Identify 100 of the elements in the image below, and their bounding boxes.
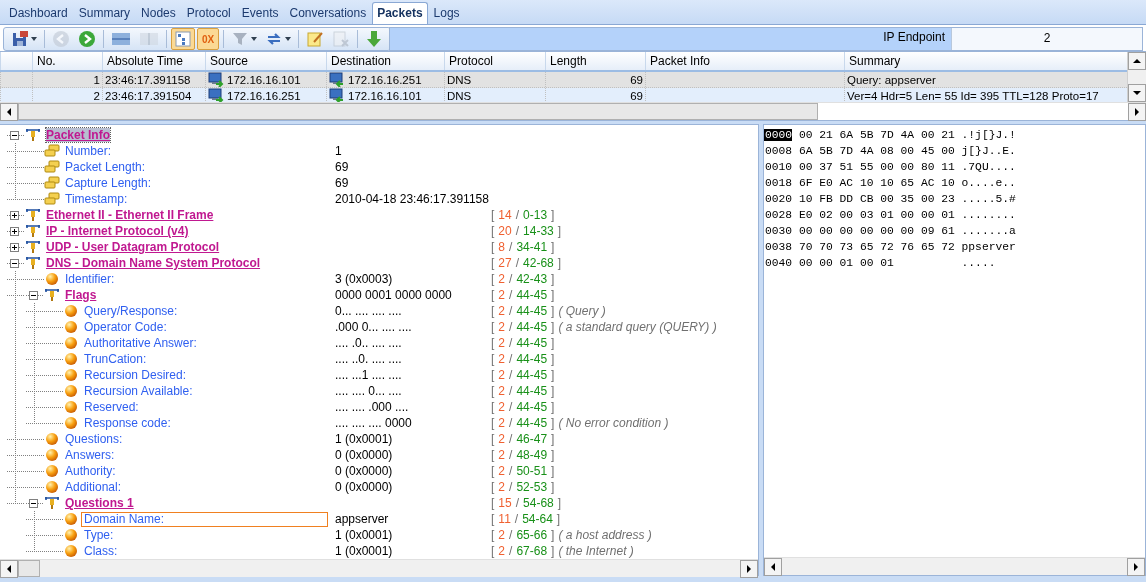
- tab[interactable]: Protocol: [181, 2, 236, 24]
- packet-row[interactable]: 1 23:46:17.391158 172.16.16.101 172.16.16.251 DNS 69 Query: appserver: [0, 72, 1127, 88]
- field-name[interactable]: Additional:: [65, 480, 122, 494]
- byte-range: [ 2 / 48-49 ]: [491, 448, 556, 462]
- caret-icon: [31, 37, 37, 41]
- field-bullet-icon: [63, 416, 79, 430]
- expand-toggle[interactable]: [10, 242, 19, 252]
- expand-toggle[interactable]: [10, 258, 19, 268]
- field-value: 1: [335, 144, 342, 158]
- horizontal-split-icon: [111, 30, 131, 48]
- column-header[interactable]: Absolute Time: [102, 52, 205, 70]
- byte-range: [ 2 / 67-68 ]: [491, 544, 556, 558]
- vertical-split-icon: [139, 30, 159, 48]
- byte-range: [ 14 / 0-13 ]: [491, 208, 556, 222]
- column-header[interactable]: Source: [205, 52, 326, 70]
- field-value: 0 (0x0000): [335, 480, 393, 494]
- byte-range: [ 2 / 44-45 ]: [491, 416, 556, 430]
- ascii-text: ppserver: [961, 241, 1016, 253]
- expand-toggle[interactable]: [29, 498, 38, 508]
- expand-toggle[interactable]: [10, 226, 19, 236]
- field-name[interactable]: Authority:: [65, 464, 116, 478]
- hex-offset: 0028: [764, 209, 793, 221]
- field-name[interactable]: Number:: [65, 144, 111, 158]
- byte-range: [ 2 / 44-45 ]: [491, 352, 556, 366]
- field-name[interactable]: Packet Length:: [65, 160, 146, 174]
- tab[interactable]: Nodes: [136, 2, 181, 24]
- expand-toggle[interactable]: [10, 210, 19, 220]
- byte-range: [ 27 / 42-68 ]: [491, 256, 563, 270]
- field-value: 0... .... .... ....: [335, 304, 402, 318]
- tab[interactable]: Logs: [428, 2, 465, 24]
- tab[interactable]: Summary: [73, 2, 136, 24]
- tab[interactable]: Packets: [372, 2, 428, 24]
- packet-row[interactable]: 2 23:46:17.391504 172.16.16.251 172.16.16.101 DNS 69 Ver=4 Hdr=5 Len= 55 Id= 395 TTL=128 Proto=17: [0, 88, 1127, 102]
- scroll-thumb[interactable]: [18, 103, 818, 120]
- horizontal-scrollbar[interactable]: [0, 102, 1146, 121]
- field-bullet-icon: [44, 272, 60, 286]
- field-name[interactable]: Recursion Available:: [84, 384, 193, 398]
- field-name[interactable]: Response code:: [84, 416, 171, 430]
- field-name[interactable]: Type:: [84, 528, 114, 542]
- expand-toggle[interactable]: [29, 290, 38, 300]
- field-name[interactable]: Answers:: [65, 448, 115, 462]
- byte-range: [ 20 / 14-33 ]: [491, 224, 563, 238]
- field-value: appserver: [335, 512, 389, 526]
- table-cell-text: 69: [630, 89, 643, 102]
- delete-icon: [332, 30, 350, 48]
- byte-range: [ 2 / 44-45 ]: [491, 320, 556, 334]
- horizontal-scrollbar[interactable]: [0, 559, 758, 577]
- field-name[interactable]: Domain Name:: [81, 511, 328, 527]
- field-name[interactable]: TrunCation:: [84, 352, 147, 366]
- column-header[interactable]: Protocol: [444, 52, 545, 70]
- ascii-text: ........: [961, 209, 1016, 221]
- column-header[interactable]: No.: [32, 52, 102, 70]
- field-value: .... .... .000 ....: [335, 400, 409, 414]
- hex-offset: 0010: [764, 161, 793, 173]
- field-name[interactable]: Authoritative Answer:: [84, 336, 197, 350]
- field-bullet-icon: [63, 544, 79, 558]
- field-bullet-icon: [63, 320, 79, 334]
- field-value: .... ...1 .... ....: [335, 368, 402, 382]
- section-title[interactable]: Ethernet II - Ethernet II Frame: [46, 208, 214, 222]
- byte-range: [ 2 / 44-45 ]: [491, 304, 556, 318]
- section-title[interactable]: Flags: [65, 288, 97, 302]
- tab[interactable]: Dashboard: [4, 2, 73, 24]
- hex-offset: 0040: [764, 257, 793, 269]
- tab[interactable]: Events: [236, 2, 284, 24]
- notepad-icon: [306, 30, 324, 48]
- field-bullet-icon: [63, 512, 79, 526]
- column-header[interactable]: Destination: [326, 52, 444, 70]
- scroll-thumb[interactable]: [18, 560, 40, 577]
- section-title[interactable]: IP - Internet Protocol (v4): [46, 224, 189, 238]
- column-header[interactable]: Packet Info: [645, 52, 844, 70]
- ascii-text: o....e..: [961, 177, 1016, 189]
- byte-range: [ 2 / 52-53 ]: [491, 480, 556, 494]
- funnel-icon: [231, 30, 249, 48]
- table-cell-text: 172.16.16.251: [227, 89, 301, 102]
- field-value: .... .0.. .... ....: [335, 336, 402, 350]
- section-title[interactable]: Packet Info: [46, 128, 111, 142]
- field-name[interactable]: Capture Length:: [65, 176, 152, 190]
- column-header[interactable]: Summary: [844, 52, 1119, 70]
- field-value: 69: [335, 160, 349, 174]
- horizontal-scrollbar[interactable]: [764, 557, 1145, 575]
- section-title[interactable]: UDP - User Datagram Protocol: [46, 240, 220, 254]
- field-name[interactable]: Operator Code:: [84, 320, 167, 334]
- endpoint-count: 2: [951, 28, 1142, 50]
- field-name[interactable]: Query/Response:: [84, 304, 178, 318]
- tab[interactable]: Conversations: [284, 2, 372, 24]
- field-name[interactable]: Questions:: [65, 432, 123, 446]
- info-field-icon: [44, 144, 60, 158]
- field-name[interactable]: Reserved:: [84, 400, 139, 414]
- section-title[interactable]: Questions 1: [65, 496, 134, 510]
- field-name[interactable]: Identifier:: [65, 272, 115, 286]
- vertical-scrollbar[interactable]: [1127, 52, 1146, 102]
- field-name[interactable]: Recursion Desired:: [84, 368, 187, 382]
- field-description: ( No error condition ): [558, 416, 669, 430]
- section-title[interactable]: DNS - Domain Name System Protocol: [46, 256, 261, 270]
- field-name[interactable]: Timestamp:: [65, 192, 128, 206]
- column-header[interactable]: Length: [545, 52, 645, 70]
- hex-bytes: 6A 5B 7D 4A 08 00 45 00: [798, 145, 956, 157]
- field-name[interactable]: Class:: [84, 544, 118, 558]
- tree-button[interactable]: [171, 28, 195, 50]
- expand-toggle[interactable]: [10, 130, 19, 140]
